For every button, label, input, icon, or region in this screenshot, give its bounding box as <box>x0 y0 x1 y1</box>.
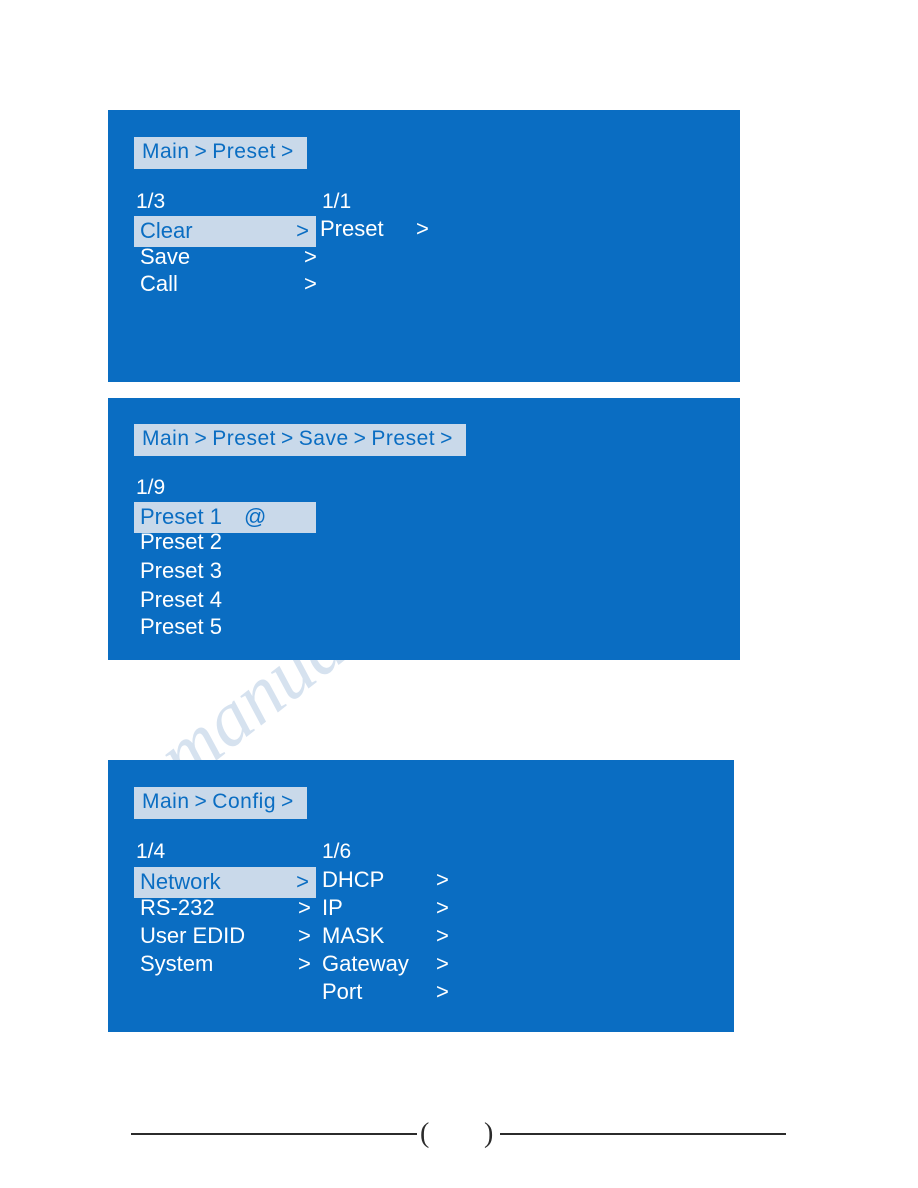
left-page-indicator: 1/4 <box>136 840 166 863</box>
menu-item-clear[interactable]: Clear > <box>134 216 316 247</box>
chevron-right-icon: > <box>304 271 317 296</box>
breadcrumb-item: Config <box>212 790 276 813</box>
breadcrumb-item: Main <box>142 427 190 450</box>
chevron-right-icon: > <box>296 218 309 243</box>
menu-item-label: Preset 3 <box>140 558 222 583</box>
menu-item-dhcp[interactable]: DHCP <box>322 867 384 893</box>
menu-item-label: Preset 1 <box>140 504 222 529</box>
menu-item-label: MASK <box>322 923 385 948</box>
menu-item-ip[interactable]: IP <box>322 895 343 921</box>
menu-item-preset[interactable]: Preset <box>320 216 384 242</box>
menu-item-label: Network <box>140 869 221 894</box>
breadcrumb-separator: > <box>194 427 208 450</box>
breadcrumb: Main > Preset > Save > Preset > <box>134 424 466 456</box>
chevron-right-icon: > <box>436 951 449 976</box>
breadcrumb-item: Main <box>142 140 190 163</box>
menu-item-label: Clear <box>140 218 193 243</box>
menu-item-label: Preset 4 <box>140 587 222 612</box>
chevron-right-icon: > <box>304 244 317 269</box>
menu-item-label: Preset <box>320 216 384 241</box>
menu-item-label: RS-232 <box>140 895 215 920</box>
menu-item-port[interactable]: Port <box>322 979 362 1005</box>
menu-item-rs232[interactable]: RS-232 <box>140 895 215 921</box>
menu-item-system[interactable]: System <box>140 951 213 977</box>
menu-item-label: Call <box>140 271 178 296</box>
footer-rule-left <box>131 1133 417 1135</box>
chevron-right-icon: > <box>296 869 309 894</box>
chevron-right-icon: > <box>298 895 311 920</box>
menu-item-label: Gateway <box>322 951 409 976</box>
menu-item-call[interactable]: Call <box>140 271 178 297</box>
right-page-indicator: 1/1 <box>322 190 352 213</box>
menu-item-label: Preset 5 <box>140 614 222 639</box>
menu-item-label: User EDID <box>140 923 246 948</box>
active-marker: @ <box>244 504 267 529</box>
chevron-right-icon: > <box>436 895 449 920</box>
menu-item-preset-2[interactable]: Preset 2 <box>140 529 222 555</box>
preset-menu-panel: Main > Preset > 1/3 1/1 Clear > Save > Call… <box>108 110 740 382</box>
menu-item-preset-3[interactable]: Preset 3 <box>140 558 222 584</box>
breadcrumb: Main > Preset > <box>134 137 307 169</box>
breadcrumb: Main > Config > <box>134 787 307 819</box>
chevron-right-icon: > <box>436 867 449 892</box>
breadcrumb-separator: > <box>281 427 294 450</box>
left-page-indicator: 1/3 <box>136 190 166 213</box>
breadcrumb-separator: > <box>194 790 208 813</box>
breadcrumb-item: Preset <box>371 427 436 450</box>
breadcrumb-separator: > <box>281 790 294 813</box>
menu-item-label: IP <box>322 895 343 920</box>
chevron-right-icon: > <box>416 216 429 241</box>
menu-item-preset-4[interactable]: Preset 4 <box>140 587 222 613</box>
menu-item-user-edid[interactable]: User EDID <box>140 923 245 949</box>
right-page-indicator: 1/6 <box>322 840 352 863</box>
breadcrumb-item: Preset <box>212 427 276 450</box>
chevron-right-icon: > <box>436 923 449 948</box>
menu-item-mask[interactable]: MASK <box>322 923 384 949</box>
footer-open-paren: ( <box>420 1118 430 1149</box>
footer-rule-right <box>500 1133 786 1135</box>
breadcrumb-item: Main <box>142 790 190 813</box>
chevron-right-icon: > <box>298 951 311 976</box>
preset-save-panel: Main > Preset > Save > Preset > 1/9 Preset 1 @ … <box>108 398 740 660</box>
breadcrumb-item: Save <box>298 427 349 450</box>
menu-item-label: Port <box>322 979 363 1004</box>
menu-item-preset-5[interactable]: Preset 5 <box>140 614 222 640</box>
menu-item-label: System <box>140 951 214 976</box>
menu-item-label: Save <box>140 244 191 269</box>
breadcrumb-separator: > <box>281 140 294 163</box>
menu-item-gateway[interactable]: Gateway <box>322 951 409 977</box>
chevron-right-icon: > <box>436 979 449 1004</box>
chevron-right-icon: > <box>298 923 311 948</box>
breadcrumb-separator: > <box>194 140 208 163</box>
config-menu-panel: Main > Config > 1/4 1/6 Network > RS-232 > … <box>108 760 734 1032</box>
menu-item-label: DHCP <box>322 867 385 892</box>
footer-close-paren: ) <box>484 1118 494 1149</box>
menu-item-label: Preset 2 <box>140 529 222 554</box>
breadcrumb-item: Preset <box>212 140 276 163</box>
menu-item-save[interactable]: Save <box>140 244 190 270</box>
menu-item-network[interactable]: Network > <box>134 867 316 898</box>
breadcrumb-separator: > <box>440 427 453 450</box>
breadcrumb-separator: > <box>353 427 367 450</box>
left-page-indicator: 1/9 <box>136 476 166 499</box>
